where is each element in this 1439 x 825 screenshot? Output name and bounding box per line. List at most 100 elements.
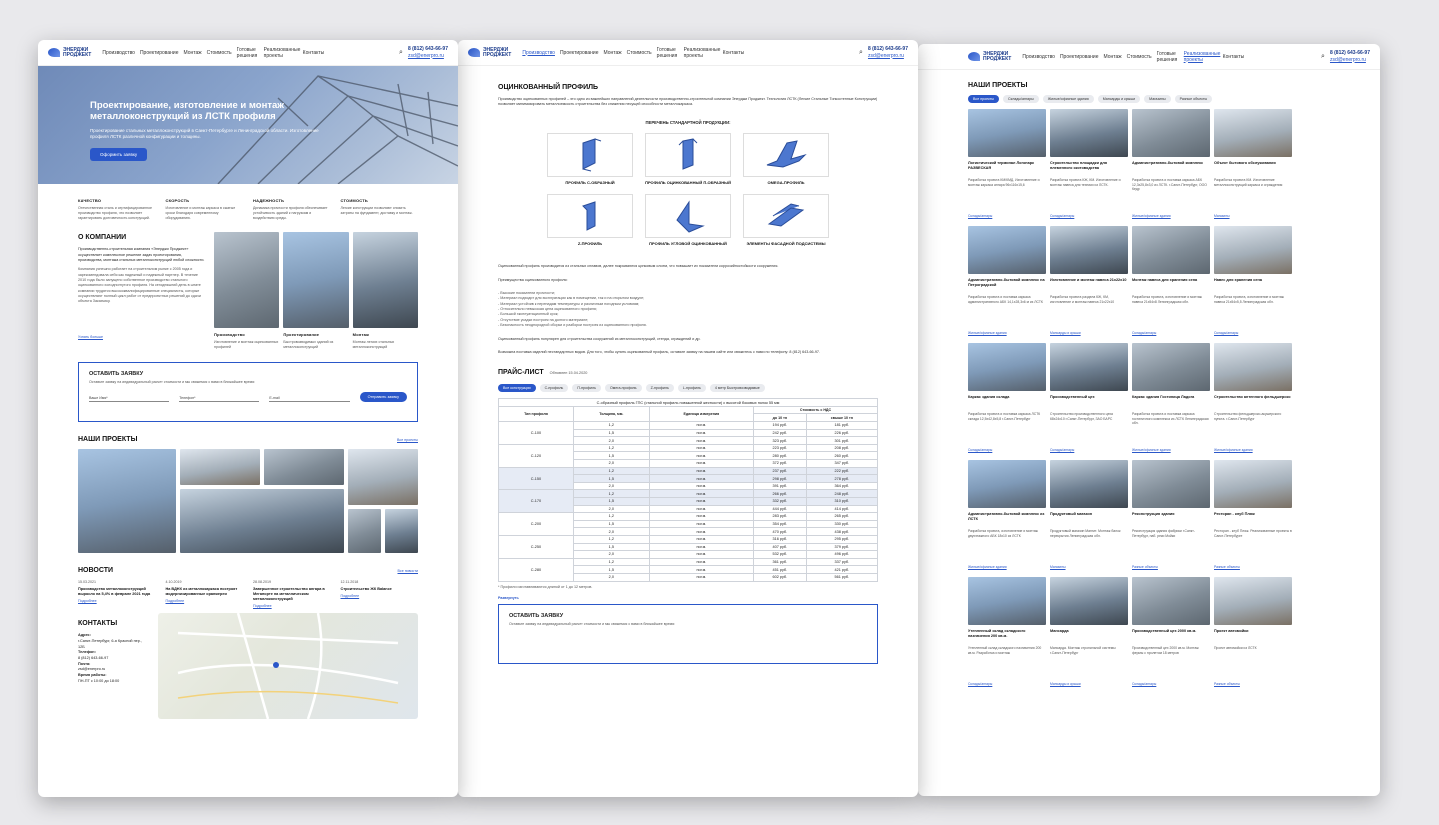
project-card[interactable]: Административно-бытовой комплекс Разрабо… xyxy=(1132,109,1210,222)
project-card[interactable]: Проект автомойки Проект автомойки из ЛСТ… xyxy=(1214,577,1292,690)
nav-projects[interactable]: Реализованные проекты xyxy=(264,47,301,59)
nav-solutions[interactable]: Готовые решения xyxy=(237,47,259,59)
project-card[interactable]: Административно-бытовой комплекс на Петр… xyxy=(968,226,1046,339)
project-photo[interactable] xyxy=(1214,226,1292,274)
project-photo[interactable] xyxy=(968,226,1046,274)
product-card[interactable]: ПРОФИЛЬ ОЦИНКОВАННЫЙ П-ОБРАЗНЫЙ xyxy=(645,132,731,186)
project-photo[interactable] xyxy=(1132,460,1210,508)
nav-montage[interactable]: Монтаж xyxy=(604,50,622,56)
all-news-link[interactable]: Все новости xyxy=(398,569,419,573)
project-name[interactable]: Логистический терминал Логопарк РАЗВЕСКА… xyxy=(968,161,1046,175)
project-name[interactable]: Мансарда xyxy=(1050,629,1128,643)
project-category-link[interactable]: Склады/ангары xyxy=(1050,214,1074,218)
project-name[interactable]: Каркас здания Гостиница Ладога xyxy=(1132,395,1210,409)
project-name[interactable]: Строительство площадки для племенного ск… xyxy=(1050,161,1128,175)
project-card[interactable]: Продуктовый магазин Продуктовый магазин … xyxy=(1050,460,1128,573)
send-order-button[interactable]: Отправить заявку xyxy=(359,391,407,402)
about-card-production[interactable]: Производство Изготовление и монтаж оцинко… xyxy=(214,332,279,350)
nav-cost[interactable]: Стоимость xyxy=(207,50,232,56)
news-item[interactable]: 4.10.2019 На ВДНХ из металлокаркаса постр… xyxy=(166,580,244,609)
project-photo[interactable] xyxy=(1214,460,1292,508)
nav-montage[interactable]: Монтаж xyxy=(184,50,202,56)
project-card[interactable]: Утепленный склад складского назначения 2… xyxy=(968,577,1046,690)
project-card[interactable]: Каркас здания склада Разработка проекта … xyxy=(968,343,1046,456)
project-category-link[interactable]: Разные объекты xyxy=(1214,565,1240,569)
tab-z-profile[interactable]: Z-профиль xyxy=(645,384,674,393)
project-card[interactable]: Строительство антенного фельдшерско Стро… xyxy=(1214,343,1292,456)
project-card[interactable]: Мансарда Мансарда. Монтаж стропильной си… xyxy=(1050,577,1128,690)
nav-projects[interactable]: Реализованные проекты xyxy=(1184,51,1221,63)
project-name[interactable]: Каркас здания склада xyxy=(968,395,1046,409)
project-photo[interactable] xyxy=(1214,577,1292,625)
project-photo[interactable] xyxy=(968,577,1046,625)
project-photo[interactable] xyxy=(348,509,381,553)
project-photo[interactable] xyxy=(385,509,418,553)
project-name[interactable]: Изготовление и монтаж навеса 21х22х10 xyxy=(1050,278,1128,292)
category-other[interactable]: Разные объекты xyxy=(1174,95,1213,103)
project-card[interactable]: Реконструкция здания Реконструкция здани… xyxy=(1132,460,1210,573)
project-photo[interactable] xyxy=(1214,109,1292,157)
product-card[interactable]: ПРОФИЛЬ УГЛОВОЙ ОЦИНКОВАННЫЙ xyxy=(645,193,731,247)
project-card[interactable]: Объект бытового обслуживания Разработка … xyxy=(1214,109,1292,222)
search-icon[interactable]: ⌕ xyxy=(1321,53,1325,61)
product-card[interactable]: ЭЛЕМЕНТЫ ФАСАДНОЙ ПОДСИСТЕМЫ xyxy=(743,193,829,247)
name-field[interactable]: Ваше Имя* xyxy=(89,396,170,402)
nav-production[interactable]: Производство xyxy=(102,50,135,56)
about-card-design[interactable]: Проектирование Быстровозводимых зданий из… xyxy=(283,332,348,350)
nav-projects[interactable]: Реализованные проекты xyxy=(684,47,721,59)
project-photo[interactable] xyxy=(78,448,176,553)
project-name[interactable]: Утепленный склад складского назначения 2… xyxy=(968,629,1046,643)
tab-omega-profile[interactable]: Омега-профиль xyxy=(604,384,642,393)
project-category-link[interactable]: Склады/ангары xyxy=(1132,331,1156,335)
project-photo[interactable] xyxy=(1050,460,1128,508)
nav-cost[interactable]: Стоимость xyxy=(627,50,652,56)
project-name[interactable]: Монтаж навеса для хранения сена xyxy=(1132,278,1210,292)
project-name[interactable]: Производственный цех xyxy=(1050,395,1128,409)
project-category-link[interactable]: Мансарды и крыши xyxy=(1050,682,1081,686)
project-category-link[interactable]: Склады/ангары xyxy=(968,682,992,686)
project-name[interactable]: Ресторан - клуб Пляж xyxy=(1214,512,1292,526)
project-photo[interactable] xyxy=(180,488,344,553)
project-category-link[interactable]: Жилые/офисные здания xyxy=(968,565,1007,569)
project-photo[interactable] xyxy=(348,448,418,506)
nav-design[interactable]: Проектирование xyxy=(140,50,179,56)
expand-link[interactable]: Развернуть xyxy=(498,596,878,600)
news-more-link[interactable]: Подробнее xyxy=(341,594,360,598)
tab-c-profile[interactable]: С-профиль xyxy=(539,384,569,393)
project-name[interactable]: Административно-бытовой комплекс из ЛСТК xyxy=(968,512,1046,526)
project-category-link[interactable]: Магазины xyxy=(1050,565,1066,569)
project-card[interactable]: Производственный цех 2000 кв.м. Производ… xyxy=(1132,577,1210,690)
project-card[interactable]: Каркас здания Гостиница Ладога Разработк… xyxy=(1132,343,1210,456)
header-email[interactable]: zsd@enerpro.ru xyxy=(868,53,904,59)
project-category-link[interactable]: Разные объекты xyxy=(1132,565,1158,569)
project-photo[interactable] xyxy=(1132,226,1210,274)
project-photo[interactable] xyxy=(1050,109,1128,157)
header-email[interactable]: zsd@enerpro.ru xyxy=(408,53,444,59)
project-category-link[interactable]: Разные объекты xyxy=(1214,682,1240,686)
category-offices[interactable]: Жилые/офисные здания xyxy=(1042,95,1094,103)
project-photo[interactable] xyxy=(1132,343,1210,391)
nav-contacts[interactable]: Контакты xyxy=(1223,54,1245,60)
category-shops[interactable]: Магазины xyxy=(1144,95,1171,103)
news-more-link[interactable]: Подробнее xyxy=(78,599,97,603)
project-category-link[interactable]: Склады/ангары xyxy=(1132,682,1156,686)
project-category-link[interactable]: Жилые/офисные здания xyxy=(1214,448,1253,452)
project-photo[interactable] xyxy=(968,109,1046,157)
project-card[interactable]: Логистический терминал Логопарк РАЗВЕСКА… xyxy=(968,109,1046,222)
project-card[interactable]: Производственный цех Строительство произ… xyxy=(1050,343,1128,456)
news-more-link[interactable]: Подробнее xyxy=(253,604,272,608)
project-photo[interactable] xyxy=(1050,577,1128,625)
project-photo[interactable] xyxy=(1214,343,1292,391)
email-field[interactable]: E-mail xyxy=(269,396,350,402)
news-item[interactable]: 15.03.2021 Производство металлоконструкци… xyxy=(78,580,156,609)
tab-prefab[interactable]: 4 метр Быстровозводимые xyxy=(709,384,765,393)
header-email[interactable]: zsd@enerpro.ru xyxy=(1330,57,1366,63)
project-name[interactable]: Продуктовый магазин xyxy=(1050,512,1128,526)
nav-design[interactable]: Проектирование xyxy=(1060,54,1099,60)
project-name[interactable]: Производственный цех 2000 кв.м. xyxy=(1132,629,1210,643)
news-more-link[interactable]: Подробнее xyxy=(166,599,185,603)
tab-l-profile[interactable]: L-профиль xyxy=(677,384,706,393)
project-category-link[interactable]: Склады/ангары xyxy=(968,448,992,452)
project-name[interactable]: Навес для хранения сена xyxy=(1214,278,1292,292)
project-category-link[interactable]: Склады/ангары xyxy=(968,214,992,218)
